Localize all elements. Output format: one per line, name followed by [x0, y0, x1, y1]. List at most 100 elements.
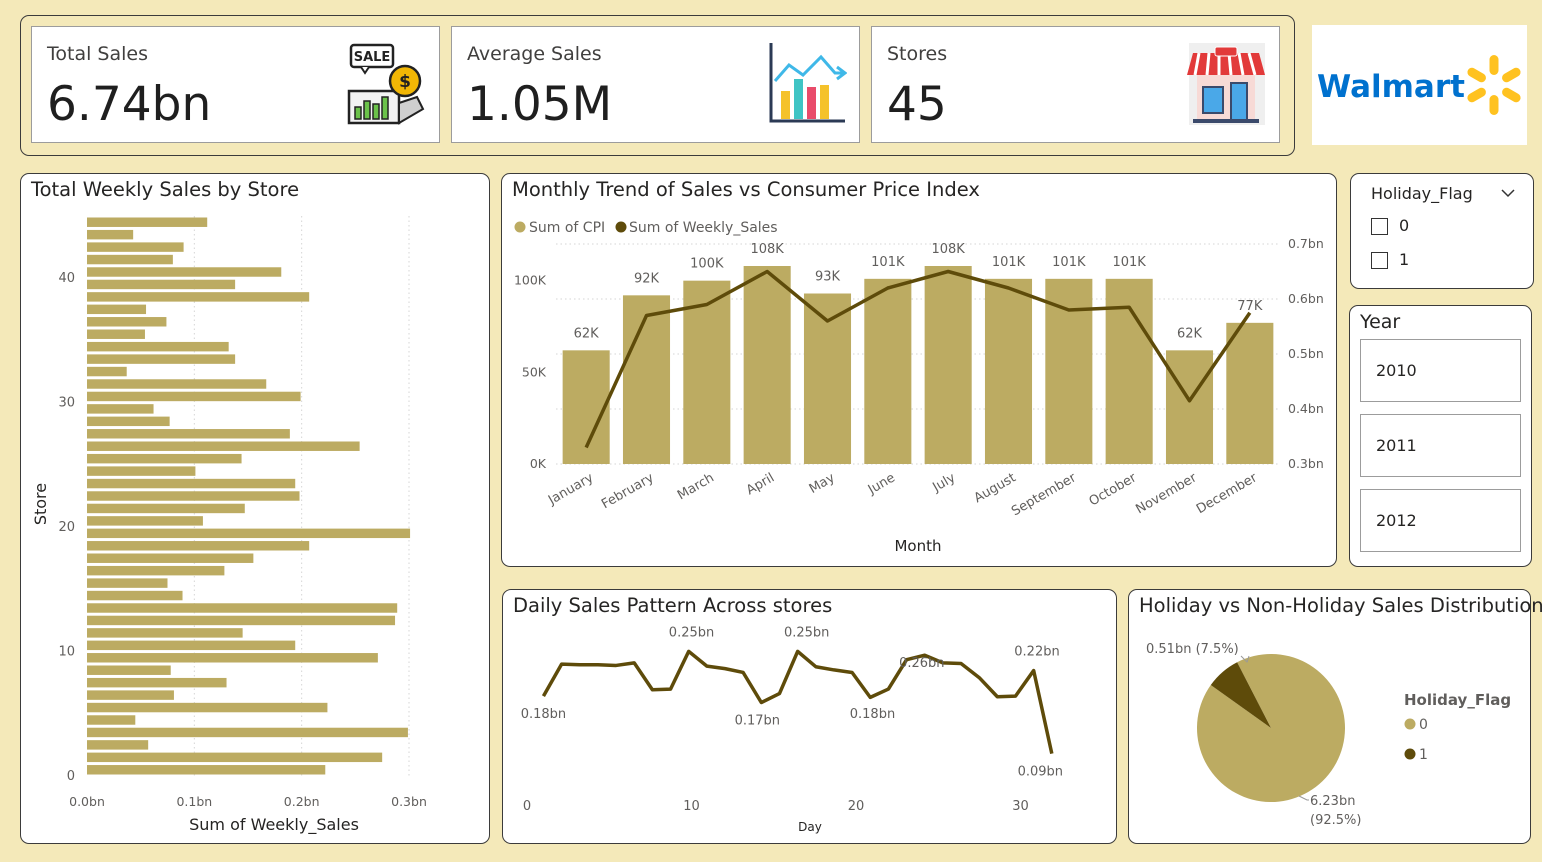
tile-label: 2012	[1376, 511, 1417, 530]
data-label: 108K	[931, 242, 965, 257]
store-bar	[87, 553, 254, 563]
store-bar	[87, 354, 236, 364]
data-label: 101K	[1052, 255, 1086, 270]
store-bar	[87, 677, 227, 688]
data-label: 6.23bn	[1310, 794, 1355, 809]
kpi-label: Total Sales	[47, 43, 148, 65]
store-bar	[87, 453, 242, 464]
store-bar	[87, 466, 196, 476]
year-2011-tile[interactable]: 2011	[1360, 414, 1521, 477]
x-tick-label: 0	[523, 799, 531, 814]
x-tick-label: February	[599, 470, 657, 512]
right-tick-label: 0.4bn	[1288, 401, 1324, 416]
store-bar	[87, 279, 236, 290]
kpi-value: 6.74bn	[47, 77, 212, 132]
store-bar	[87, 254, 173, 265]
legend-marker	[514, 221, 526, 233]
store-bar	[87, 242, 184, 252]
data-label: 101K	[1112, 255, 1146, 270]
store-bar	[87, 528, 411, 539]
bar-chart-icon	[769, 43, 847, 123]
x-tick-label: June	[865, 470, 898, 498]
y-axis-title: Store	[31, 483, 50, 525]
x-axis-title: Month	[894, 537, 941, 555]
x-tick-label: May	[807, 470, 838, 497]
kpi-label: Stores	[887, 43, 948, 65]
svg-text:$: $	[399, 72, 411, 92]
x-tick-label: December	[1194, 470, 1260, 517]
data-label: 0.22bn	[1014, 645, 1059, 660]
kpi-total-sales: Total Sales 6.74bn SALE $	[31, 26, 440, 143]
data-label: 0.18bn	[521, 707, 566, 722]
kpi-group: Total Sales 6.74bn SALE $ Average Sales …	[20, 15, 1295, 156]
monthly-chart-panel: Monthly Trend of Sales vs Consumer Price…	[501, 173, 1337, 567]
store-bar	[87, 478, 296, 489]
store-bar	[87, 229, 134, 240]
left-tick-label: 50K	[522, 364, 547, 379]
data-label: 0.26bn	[899, 656, 944, 671]
legend-marker	[1404, 748, 1416, 760]
data-label: 108K	[750, 242, 784, 257]
walmart-logo: Walmart	[1312, 25, 1527, 145]
y-tick-label: 30	[58, 396, 75, 411]
year-2010-tile[interactable]: 2010	[1360, 339, 1521, 402]
data-label: 0.18bn	[850, 707, 895, 722]
logo-text: Walmart	[1317, 69, 1465, 105]
walmart-spark-icon: Walmart	[1317, 55, 1521, 115]
store-bar	[87, 765, 326, 775]
store-bar	[87, 640, 296, 651]
x-tick-label: April	[744, 470, 777, 498]
tile-label: 2010	[1376, 361, 1417, 380]
y-tick-label: 40	[58, 271, 75, 286]
shop-icon	[1187, 43, 1265, 125]
store-bar	[87, 441, 360, 451]
holiday-flag-1-checkbox[interactable]	[1371, 252, 1388, 269]
store-bar	[87, 267, 282, 277]
data-label: 0.25bn	[669, 625, 714, 640]
legend-marker	[1404, 718, 1416, 730]
slicer-title: Year	[1360, 311, 1401, 333]
chevron-down-icon[interactable]	[1501, 188, 1515, 198]
kpi-value: 1.05M	[467, 77, 613, 132]
x-tick-label: October	[1087, 470, 1140, 509]
store-bar	[87, 628, 243, 638]
cpi-bar	[743, 266, 791, 464]
checkbox-label: 0	[1399, 216, 1410, 235]
x-axis-title: Day	[798, 820, 822, 834]
cpi-bar	[924, 266, 972, 464]
store-bar	[87, 615, 396, 626]
cpi-bar	[864, 278, 912, 464]
store-bar	[87, 715, 136, 725]
sale-icon: SALE $	[347, 43, 425, 125]
left-tick-label: 100K	[514, 273, 547, 288]
store-bar	[87, 317, 167, 327]
right-tick-label: 0.7bn	[1288, 236, 1324, 251]
daily-chart-panel: Daily Sales Pattern Across stores 0.18bn…	[502, 589, 1117, 844]
holiday-flag-0-checkbox[interactable]	[1371, 218, 1388, 235]
kpi-label: Average Sales	[467, 43, 602, 65]
cpi-bar	[984, 278, 1033, 464]
kpi-stores: Stores 45	[871, 26, 1280, 143]
data-label: 92K	[634, 271, 660, 286]
left-tick-label: 0K	[530, 456, 547, 471]
store-bar	[87, 404, 154, 414]
data-label: 0.09bn	[1018, 765, 1063, 780]
store-bar	[87, 727, 408, 738]
store-bar	[87, 391, 301, 402]
y-tick-label: 10	[58, 645, 75, 660]
daily-line-chart: 0.18bn 0.25bn 0.17bn 0.25bn 0.18bn 0.26bn 0.22…	[521, 625, 1063, 834]
x-tick-label: 0.1bn	[176, 794, 212, 809]
store-bar	[87, 690, 174, 700]
x-tick-label: November	[1133, 470, 1200, 517]
x-axis-title: Sum of Weekly_Sales	[189, 815, 359, 835]
daily-sales-line	[541, 649, 1054, 754]
year-2012-tile[interactable]: 2012	[1360, 489, 1521, 552]
legend-label: 0	[1419, 717, 1428, 733]
holiday-pie-chart: 0.51bn (7.5%) 6.23bn (92.5%) Holiday_Flag 0 1	[1146, 642, 1511, 828]
store-bar-chart: 0.0bn 0.1bn 0.2bn 0.3bn 0 10 20 30 40 Sum of Week…	[31, 216, 427, 835]
cpi-bar	[1045, 278, 1093, 464]
x-tick-label: 10	[683, 799, 700, 814]
store-bar	[87, 752, 383, 763]
x-tick-label: January	[545, 470, 596, 508]
store-bar	[87, 379, 267, 389]
